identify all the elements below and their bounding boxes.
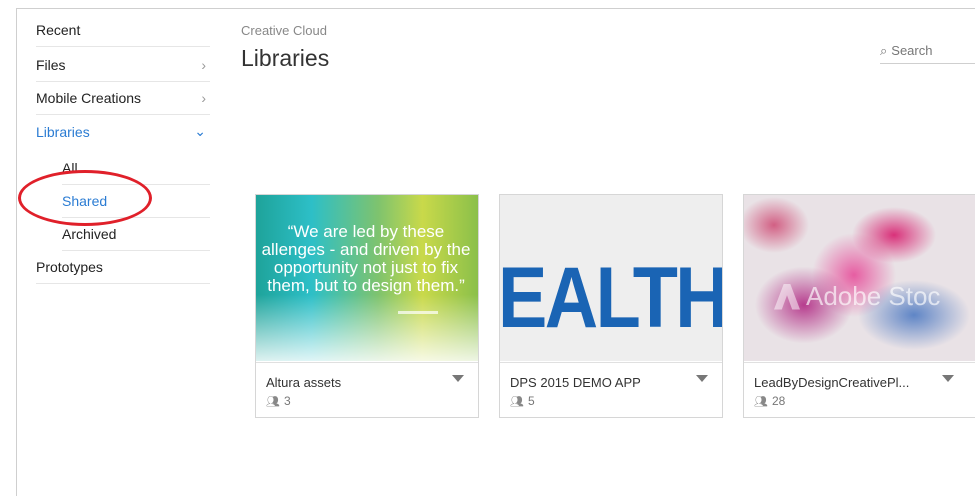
card-footer: Altura assets 👥︎ 3 <box>256 362 478 417</box>
member-count-value: 28 <box>771 394 786 408</box>
sidebar-item-mobile-creations[interactable]: Mobile Creations › <box>36 82 210 115</box>
people-icon: 👥︎ <box>754 395 768 408</box>
library-name: Altura assets <box>266 375 342 390</box>
quote-text: “We are led by these allenges - and driv… <box>261 222 471 295</box>
library-name: DPS 2015 DEMO APP <box>510 375 641 390</box>
card-menu-caret-icon[interactable] <box>452 375 464 382</box>
sidebar-item-label: Recent <box>36 22 81 38</box>
sidebar-item-label: Prototypes <box>36 259 103 275</box>
ink-image: Adobe Stoc <box>744 195 975 361</box>
sidebar-item-files[interactable]: Files › <box>36 49 210 82</box>
library-card-altura-assets[interactable]: “We are led by these allenges - and driv… <box>255 194 479 418</box>
search-input[interactable]: ⌕ Search <box>880 38 975 64</box>
sidebar-subitem-archived[interactable]: Archived <box>62 218 210 251</box>
library-thumbnail: “We are led by these allenges - and driv… <box>256 195 478 361</box>
library-name: LeadByDesignCreativePl... <box>754 375 910 390</box>
sidebar-item-label: Libraries <box>36 123 90 140</box>
people-icon: 👥︎ <box>510 395 524 408</box>
library-thumbnail: EALTH <box>500 195 722 361</box>
card-menu-caret-icon[interactable] <box>942 375 954 382</box>
card-menu-caret-icon[interactable] <box>696 375 708 382</box>
sidebar-item-label: Files <box>36 57 66 73</box>
member-count-value: 3 <box>283 394 291 408</box>
chevron-right-icon: › <box>201 90 206 106</box>
people-icon: 👥︎ <box>266 395 280 408</box>
watermark-text: Adobe Stoc <box>806 281 941 311</box>
adobe-logo-icon <box>774 283 800 310</box>
library-thumbnail: Adobe Stoc <box>744 195 975 361</box>
sidebar-subitem-all[interactable]: All <box>62 152 210 185</box>
quote-image: “We are led by these allenges - and driv… <box>256 195 478 361</box>
library-card-leadbydesign[interactable]: Adobe Stoc LeadByDesignCreativePl... 👥︎ … <box>743 194 975 418</box>
search-icon: ⌕ <box>880 42 888 58</box>
member-count: 👥︎ 5 <box>510 394 535 408</box>
sidebar-item-libraries[interactable]: Libraries ⌄ <box>36 115 210 148</box>
health-text: EALTH <box>500 250 722 346</box>
chevron-right-icon: › <box>201 57 206 73</box>
sidebar-item-recent[interactable]: Recent <box>36 14 210 47</box>
sidebar-subitem-label: Shared <box>62 193 108 209</box>
adobe-stock-watermark: Adobe Stoc <box>774 281 940 312</box>
sidebar-item-label: Mobile Creations <box>36 90 142 106</box>
member-count-value: 5 <box>527 394 535 408</box>
quote-attribution <box>398 311 438 314</box>
search-placeholder: Search <box>891 43 933 58</box>
card-footer: LeadByDesignCreativePl... 👥︎ 28 <box>744 362 975 417</box>
page-title: Libraries <box>241 45 330 71</box>
member-count: 👥︎ 3 <box>266 394 291 408</box>
sidebar-subitem-shared[interactable]: Shared <box>62 185 210 218</box>
chevron-down-icon: ⌄ <box>194 123 206 139</box>
sidebar-subitem-label: Archived <box>62 226 117 242</box>
sidebar-subitem-label: All <box>62 160 78 176</box>
member-count: 👥︎ 28 <box>754 394 785 408</box>
sidebar-item-prototypes[interactable]: Prototypes <box>36 251 210 284</box>
card-footer: DPS 2015 DEMO APP 👥︎ 5 <box>500 362 722 417</box>
health-image: EALTH <box>500 195 722 361</box>
breadcrumb[interactable]: Creative Cloud <box>241 23 327 38</box>
library-card-dps-2015-demo-app[interactable]: EALTH DPS 2015 DEMO APP 👥︎ 5 <box>499 194 723 418</box>
